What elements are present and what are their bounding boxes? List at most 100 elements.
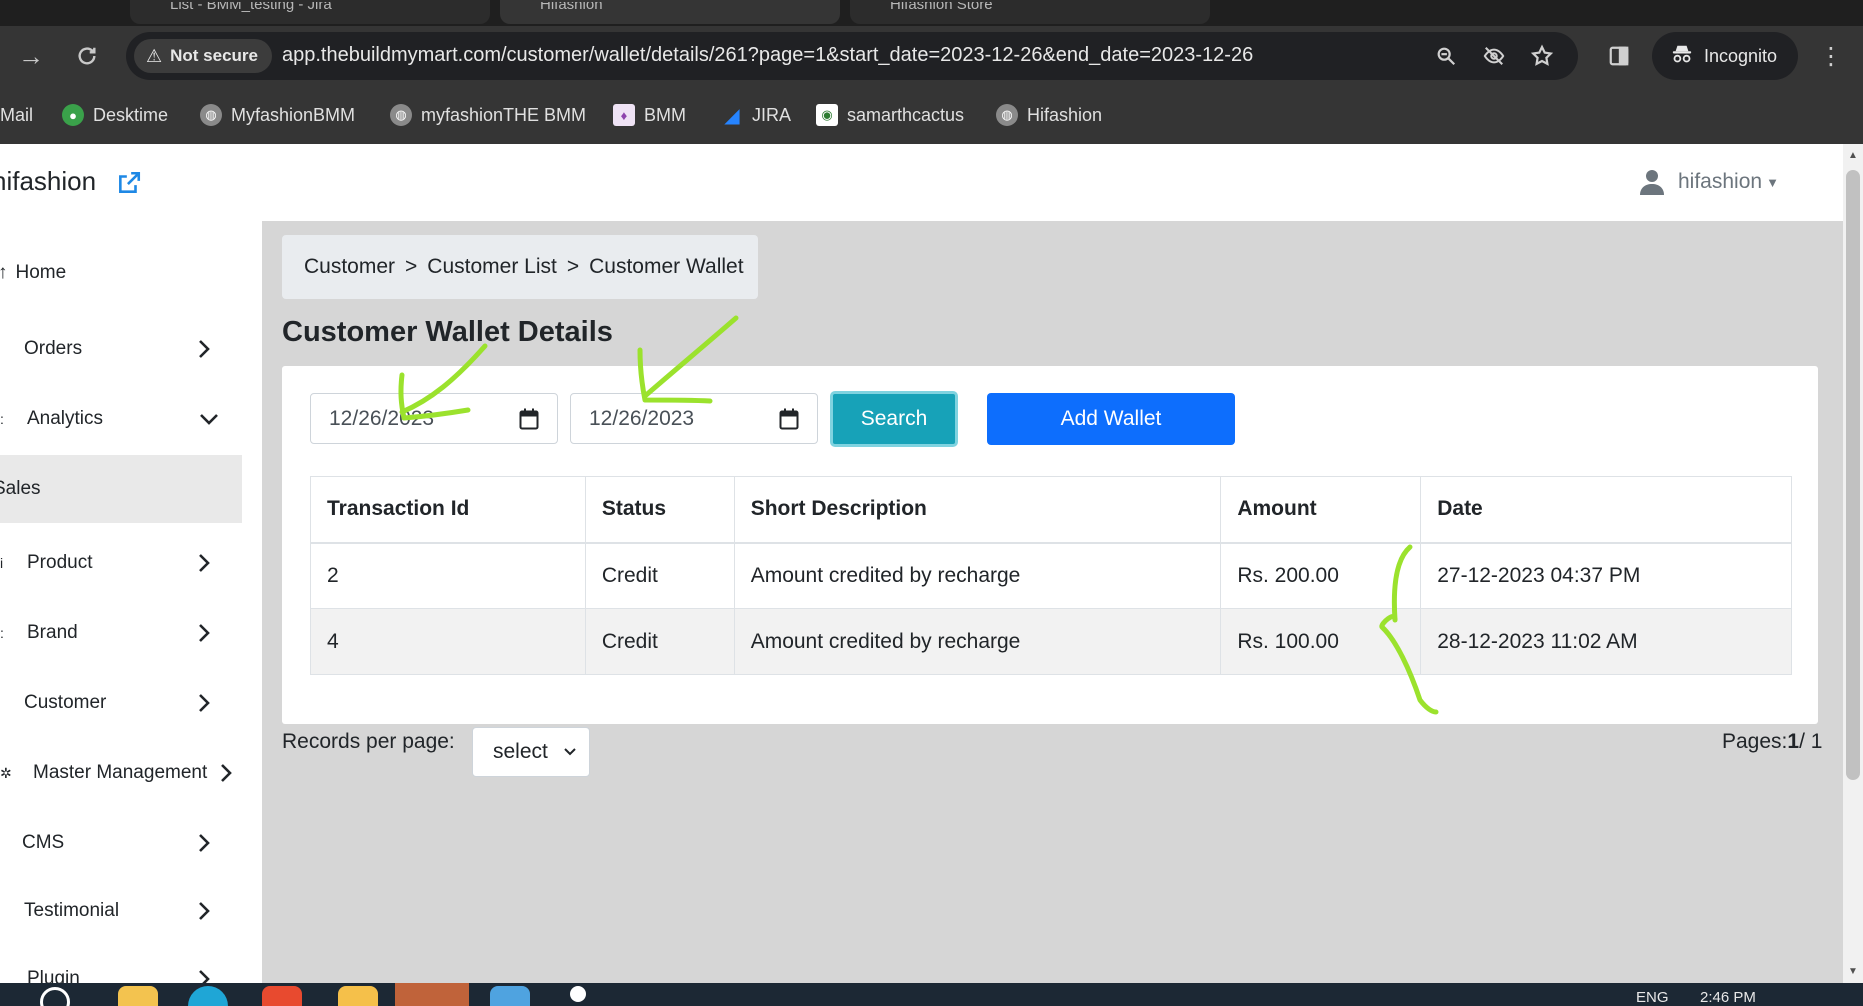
globe-icon: ◍ — [996, 104, 1018, 126]
zoom-icon[interactable] — [1432, 42, 1460, 70]
breadcrumb-separator: > — [405, 255, 418, 278]
side-panel-icon[interactable] — [1604, 39, 1634, 73]
scroll-up-arrow-icon[interactable]: ▲ — [1848, 150, 1858, 161]
bookmark-hifashion[interactable]: ◍ Hifashion — [996, 102, 1102, 128]
calendar-icon[interactable] — [519, 408, 539, 430]
bookmark-star-icon[interactable] — [1528, 42, 1556, 70]
folder-icon[interactable] — [338, 986, 378, 1006]
taskbar-app-icon[interactable] — [262, 986, 302, 1006]
sidebar-item-label: Brand — [27, 622, 78, 643]
table-row: 4 Credit Amount credited by recharge Rs.… — [310, 608, 1792, 675]
bookmark-desktime[interactable]: ● Desktime — [62, 102, 168, 128]
sidebar-item-analytics[interactable]: : Analytics — [0, 389, 242, 449]
column-header-transaction-id: Transaction Id — [310, 476, 586, 544]
bookmark-bmm[interactable]: ♦ BMM — [613, 102, 686, 128]
clock[interactable]: 2:46 PM — [1700, 989, 1756, 1006]
url-text[interactable]: app.thebuildmymart.com/customer/wallet/d… — [282, 44, 1253, 67]
sidebar-item-label: Orders — [24, 338, 83, 359]
browser-tab-strip: List - BMM_testing - Jira Hifashion Hifa… — [0, 0, 1863, 26]
sidebar-item-orders[interactable]: Orders — [0, 319, 242, 379]
cell-transaction-id: 4 — [310, 608, 586, 675]
sidebar-item-label: Plugin — [27, 968, 80, 983]
chrome-taskbar-icon[interactable] — [395, 983, 469, 1006]
chevron-right-icon — [221, 764, 232, 782]
taskbar-app-icon[interactable] — [570, 986, 586, 1002]
browser-tab-hifashion[interactable]: Hifashion — [500, 0, 840, 24]
sidebar-item-sales[interactable]: Sales — [0, 455, 242, 523]
search-icon[interactable] — [40, 987, 70, 1006]
bookmark-label: JIRA — [752, 104, 792, 125]
taskbar-app-icon[interactable] — [118, 986, 158, 1006]
analytics-icon: : — [0, 411, 4, 427]
product-icon: i — [0, 555, 4, 571]
cactus-icon: ◉ — [816, 104, 838, 126]
bookmark-samarthcactus[interactable]: ◉ samarthcactus — [816, 102, 964, 128]
language-indicator[interactable]: ENG — [1636, 989, 1669, 1006]
username: hifashion — [1678, 170, 1763, 193]
chevron-right-icon — [199, 694, 210, 712]
bookmark-label: Desktime — [93, 104, 169, 125]
bookmark-myfashionbmm[interactable]: ◍ MyfashionBMM — [200, 102, 355, 128]
bookmark-jira[interactable]: ◢ JIRA — [721, 102, 791, 128]
browser-menu-icon[interactable]: ⋮ — [1816, 39, 1846, 73]
records-per-page-value: select — [493, 740, 548, 763]
scroll-down-arrow-icon[interactable]: ▼ — [1848, 966, 1858, 977]
add-wallet-button[interactable]: Add Wallet — [987, 393, 1235, 445]
end-date-input[interactable]: 12/26/2023 — [570, 393, 818, 444]
sidebar-item-testimonial[interactable]: Testimonial — [0, 881, 242, 941]
search-button[interactable]: Search — [830, 391, 958, 447]
bookmark-label: myfashionTHE BMM — [421, 104, 587, 125]
chevron-right-icon — [199, 834, 210, 852]
start-date-value: 12/26/2023 — [329, 406, 435, 430]
sidebar-item-master-management[interactable]: ✲ Master Management — [0, 743, 242, 803]
scroll-thumb[interactable] — [1846, 170, 1860, 780]
bookmark-mail[interactable]: Mail — [0, 102, 33, 128]
browser-toolbar: → ⚠ Not secure app.thebuildmymart.com/cu… — [0, 26, 1863, 86]
records-per-page-label: Records per page: — [282, 730, 455, 753]
address-bar[interactable]: ⚠ Not secure app.thebuildmymart.com/cust… — [126, 32, 1578, 80]
site-info-chip[interactable]: ⚠ Not secure — [134, 39, 273, 73]
records-per-page-select[interactable]: select — [472, 727, 590, 777]
browser-tab-hifashion-store[interactable]: Hifashion Store — [850, 0, 1210, 24]
eye-slash-icon[interactable] — [1480, 42, 1508, 70]
breadcrumb: Customer > Customer List > Customer Wall… — [282, 235, 758, 299]
page-scrollbar[interactable]: ▲ ▼ — [1843, 144, 1863, 983]
cell-amount: Rs. 100.00 — [1220, 608, 1422, 675]
column-header-date: Date — [1420, 476, 1792, 544]
tab-title: Hifashion — [540, 2, 603, 12]
chevron-down-icon — [564, 748, 576, 756]
breadcrumb-customer-list[interactable]: Customer List — [427, 255, 557, 279]
start-date-input[interactable]: 12/26/2023 — [310, 393, 558, 444]
edge-icon[interactable] — [188, 986, 228, 1006]
sidebar-item-brand[interactable]: : Brand — [0, 603, 242, 663]
sidebar-item-label: Analytics — [27, 408, 104, 429]
sidebar-item-cms[interactable]: CMS — [0, 813, 242, 873]
incognito-chip[interactable]: Incognito — [1652, 32, 1798, 80]
pages-label: Pages: — [1722, 730, 1788, 753]
bookmark-myfashionthebmm[interactable]: ◍ myfashionTHE BMM — [390, 102, 586, 128]
browser-tab-jira[interactable]: List - BMM_testing - Jira — [130, 0, 490, 24]
sidebar: ↑ Home Orders : Analytics Sales i Produc… — [0, 221, 262, 983]
sidebar-item-customer[interactable]: Customer — [0, 673, 242, 733]
cell-short-description: Amount credited by recharge — [733, 542, 1222, 609]
sidebar-item-plugin[interactable]: Plugin — [0, 949, 242, 983]
taskbar-app-icon[interactable] — [490, 986, 530, 1006]
os-taskbar: ENG 2:46 PM — [0, 983, 1863, 1006]
cell-date: 27-12-2023 04:37 PM — [1420, 542, 1792, 609]
sidebar-item-home[interactable]: ↑ Home — [0, 243, 242, 303]
app-header: hifashion hifashion ▼ — [0, 144, 1843, 221]
reload-icon[interactable] — [70, 39, 104, 73]
sidebar-item-label: Master Management — [33, 762, 208, 783]
globe-icon: ◍ — [390, 104, 412, 126]
breadcrumb-customer-wallet: Customer Wallet — [589, 255, 744, 278]
globe-icon: ◍ — [200, 104, 222, 126]
jira-icon: ◢ — [724, 104, 740, 127]
forward-arrow-icon[interactable]: → — [14, 39, 48, 73]
chevron-right-icon — [199, 340, 210, 358]
external-link-icon[interactable] — [116, 170, 142, 196]
breadcrumb-customer[interactable]: Customer — [304, 255, 395, 279]
sidebar-item-product[interactable]: i Product — [0, 533, 242, 593]
user-menu[interactable]: hifashion ▼ — [1640, 169, 1779, 195]
calendar-icon[interactable] — [779, 408, 799, 430]
sidebar-item-label: Customer — [24, 692, 107, 713]
